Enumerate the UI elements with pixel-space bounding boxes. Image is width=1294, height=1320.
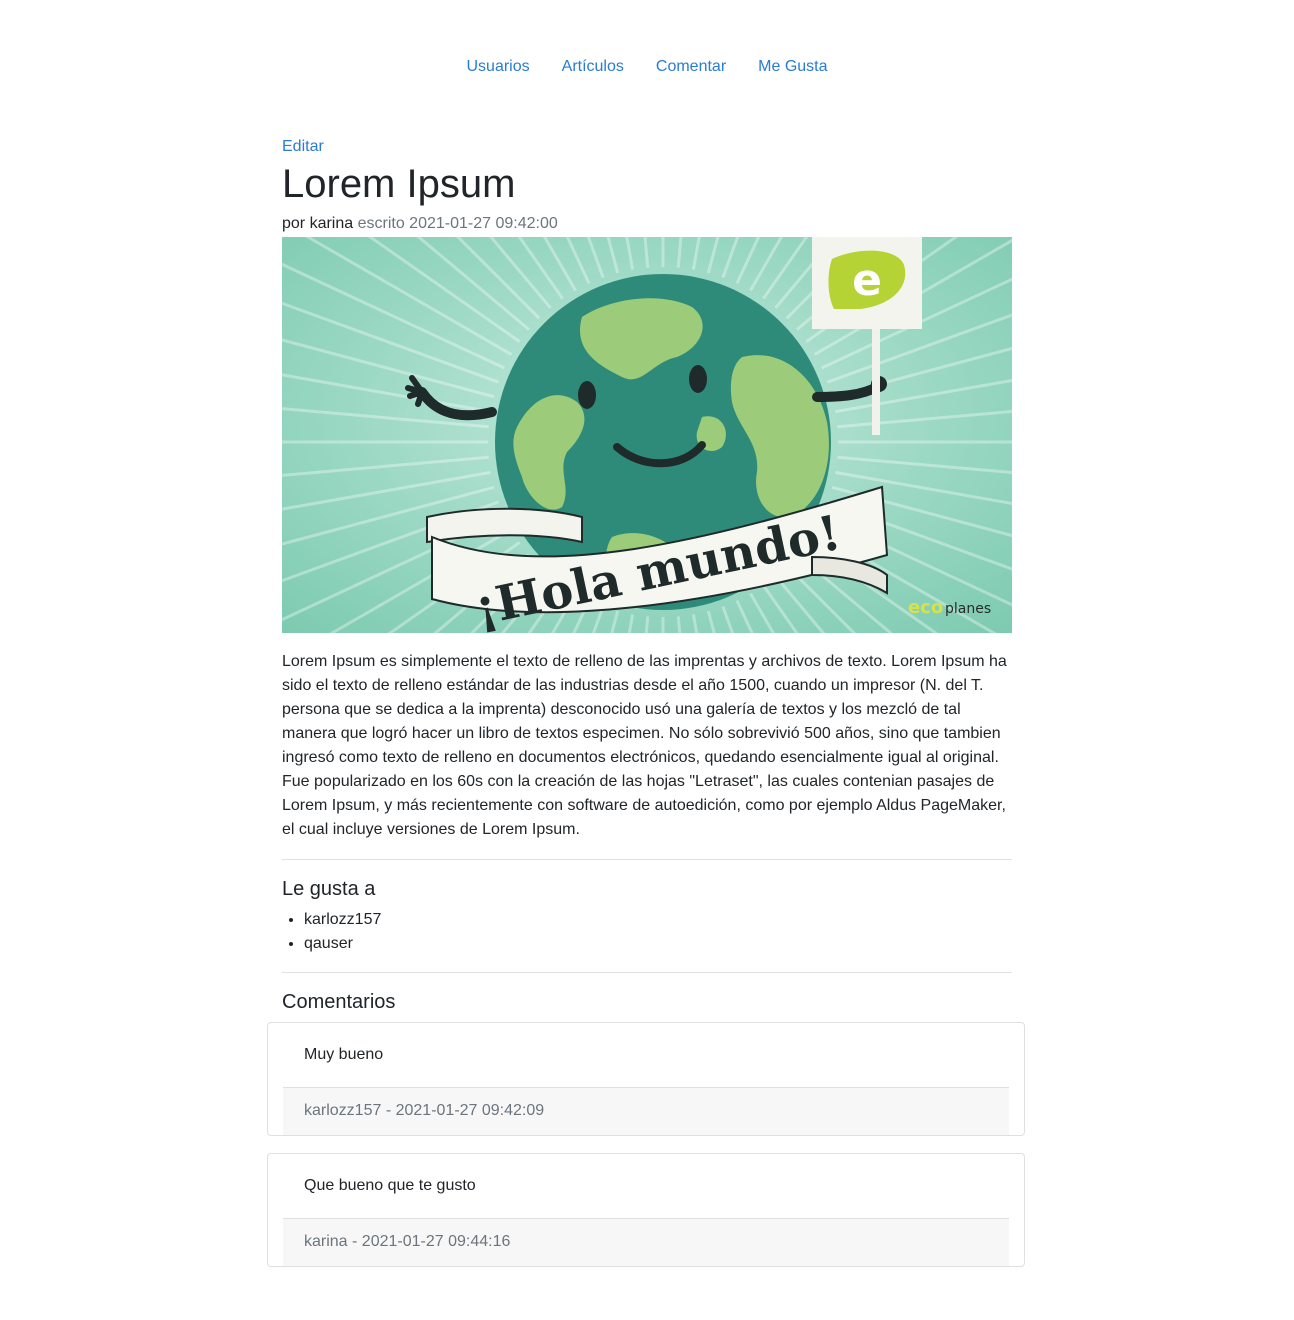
- article-body: Lorem Ipsum es simplemente el texto de r…: [282, 653, 1007, 838]
- list-item: qauser: [304, 932, 1012, 956]
- logo-text-planes: planes: [945, 601, 991, 617]
- sign-letter: e: [852, 255, 882, 306]
- comment-card: Muy bueno karlozz157 - 2021-01-27 09:42:…: [267, 1022, 1025, 1136]
- divider: [282, 972, 1012, 973]
- author-label: por karina: [282, 215, 354, 232]
- comments-title: Comentarios: [282, 991, 396, 1013]
- comment-footer: karina - 2021-01-27 09:44:16: [283, 1218, 1009, 1266]
- comment-text: Muy bueno: [304, 1046, 384, 1063]
- comment-card: Que bueno que te gusto karina - 2021-01-…: [267, 1153, 1025, 1267]
- article-image: e ¡Hola mundo! eco planes: [282, 237, 1012, 633]
- byline: por karina escrito 2021-01-27 09:42:00: [282, 213, 1012, 235]
- list-item: karlozz157: [304, 908, 1012, 932]
- divider: [282, 859, 1012, 860]
- top-nav: Usuarios Artículos Comentar Me Gusta: [0, 56, 1294, 78]
- ecoplanes-logo: eco planes: [908, 597, 991, 618]
- edit-link[interactable]: Editar: [282, 136, 324, 158]
- article: Editar Lorem Ipsum por karina escrito 20…: [282, 136, 1012, 1015]
- written-date: escrito 2021-01-27 09:42:00: [357, 215, 558, 232]
- comment-footer: karlozz157 - 2021-01-27 09:42:09: [283, 1087, 1009, 1135]
- likes-title: Le gusta a: [282, 878, 376, 900]
- page-title: Lorem Ipsum: [282, 162, 516, 206]
- comment-text: Que bueno que te gusto: [304, 1177, 476, 1194]
- likes-list: karlozz157 qauser: [282, 908, 1012, 956]
- nav-link-usuarios[interactable]: Usuarios: [451, 56, 546, 78]
- nav-link-me-gusta[interactable]: Me Gusta: [742, 56, 843, 78]
- nav-link-comentar[interactable]: Comentar: [640, 56, 742, 78]
- logo-text-eco: eco: [908, 597, 943, 618]
- nav-link-articulos[interactable]: Artículos: [546, 56, 640, 78]
